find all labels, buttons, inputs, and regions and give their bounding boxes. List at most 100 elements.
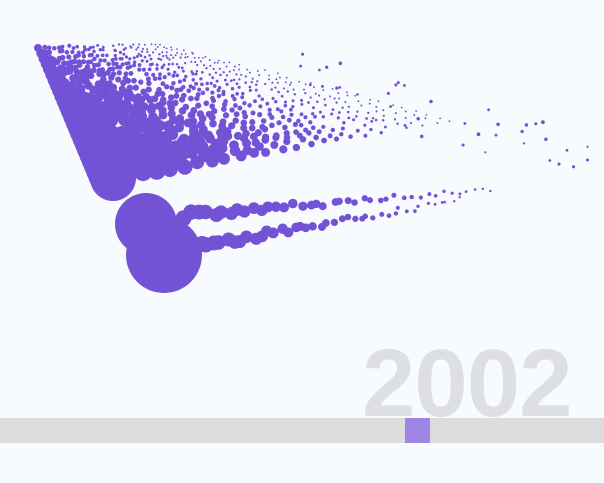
series-dot <box>393 211 399 216</box>
series-dot <box>46 45 52 51</box>
series-dot <box>330 112 334 116</box>
series-dot <box>250 80 253 84</box>
series-dot <box>191 78 196 82</box>
series-dot <box>184 53 187 55</box>
timeline-slider-handle[interactable] <box>405 418 430 443</box>
series-dot <box>101 45 105 49</box>
series-dot <box>429 99 433 104</box>
series-dot <box>276 72 279 75</box>
series-dot <box>371 116 375 120</box>
series-dot <box>299 136 307 143</box>
series-dot <box>452 199 456 203</box>
series-dot <box>160 65 164 70</box>
series-dot <box>161 51 164 54</box>
series-dot <box>401 195 407 201</box>
series-dot <box>192 52 194 55</box>
series-dot <box>91 45 95 49</box>
series-dot <box>249 147 260 158</box>
series-dot <box>347 105 351 108</box>
series-dot <box>257 94 261 98</box>
series-dot <box>463 121 467 125</box>
series-dot <box>260 118 267 124</box>
timeline-slider-track[interactable] <box>0 418 604 443</box>
series-dot <box>342 121 346 125</box>
series-dot <box>151 95 159 103</box>
series-dot <box>322 89 325 91</box>
series-dot <box>292 143 301 152</box>
series-dot <box>214 71 218 75</box>
series-dot <box>404 110 407 113</box>
series-dot <box>166 67 170 71</box>
series-dot <box>383 125 387 129</box>
series-dot <box>132 63 137 68</box>
series-dot <box>367 197 373 204</box>
series-dot <box>261 147 271 157</box>
series-dot <box>304 83 307 86</box>
series-dot <box>520 129 524 134</box>
series-dot <box>143 43 146 46</box>
series-dot <box>331 108 335 111</box>
series-dot <box>291 104 295 109</box>
series-dot <box>175 73 180 78</box>
series-dot <box>275 78 278 81</box>
series-dot <box>171 73 176 78</box>
series-dot <box>235 150 247 162</box>
series-dot <box>173 92 180 99</box>
series-dot <box>154 48 157 51</box>
series-dot <box>187 95 194 102</box>
series-dot <box>269 122 275 129</box>
series-dot <box>338 61 343 66</box>
series-dot <box>162 75 167 80</box>
series-dot <box>304 91 307 95</box>
series-dot <box>89 52 94 57</box>
series-dot <box>96 43 100 47</box>
series-dot <box>76 52 81 58</box>
series-dot <box>283 103 288 108</box>
series-dot <box>177 79 182 84</box>
series-dot <box>76 62 83 68</box>
series-dot <box>219 73 222 77</box>
series-dot <box>75 44 79 49</box>
series-dot <box>166 56 169 60</box>
series-dot <box>212 67 215 71</box>
series-dot <box>268 78 270 81</box>
series-dot <box>211 107 218 115</box>
series-dot <box>338 97 341 100</box>
series-dot <box>282 87 286 90</box>
series-dot <box>87 72 95 80</box>
series-dot <box>298 80 301 83</box>
series-dot <box>146 50 149 54</box>
series-dot <box>586 145 589 148</box>
series-dot <box>274 99 278 104</box>
series-dot <box>186 88 192 94</box>
series-dot <box>298 122 304 128</box>
series-dot <box>341 106 344 110</box>
series-dot <box>194 61 197 64</box>
series-dot <box>284 81 287 84</box>
series-dot <box>159 90 166 98</box>
series-dot <box>271 81 274 84</box>
series-dot <box>108 74 115 81</box>
series-dot <box>534 122 538 126</box>
series-dot <box>318 94 321 97</box>
series-dot <box>228 61 231 64</box>
series-dot <box>316 100 319 103</box>
series-dot <box>354 115 358 118</box>
series-dot <box>344 213 352 221</box>
series-dot <box>138 79 144 85</box>
series-dot <box>258 74 261 77</box>
series-dot <box>66 67 74 75</box>
series-dot <box>391 192 397 198</box>
series-dot <box>202 56 204 59</box>
series-dot <box>481 187 485 191</box>
series-dot <box>346 110 350 114</box>
series-dot <box>203 100 210 107</box>
series-dot <box>128 57 132 61</box>
series-dot <box>461 143 465 147</box>
series-dot <box>150 62 154 66</box>
series-dot <box>240 73 243 76</box>
series-dot <box>541 120 545 125</box>
series-dot <box>248 85 252 89</box>
series-dot <box>321 115 325 119</box>
series-dot <box>162 54 165 58</box>
